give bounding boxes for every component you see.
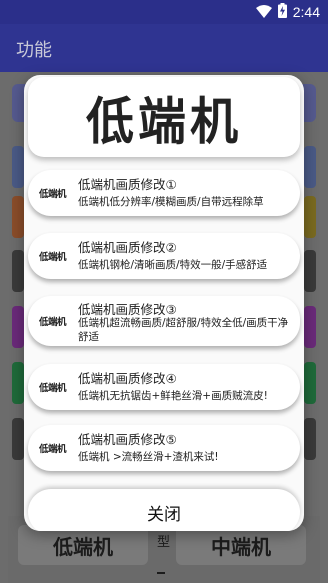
mid-end-button[interactable]: 中端机 <box>176 525 306 565</box>
item-logo-icon: 低端机 <box>39 252 67 263</box>
background-tile <box>12 146 24 188</box>
app-title: 功能 <box>16 40 52 60</box>
item-logo-icon: 低端机 <box>39 317 67 328</box>
status-bar: 2:44 <box>0 0 328 24</box>
item-desc: 低端机低分辨率/模糊画质/自带远程除草 <box>78 196 264 208</box>
quality-option-3[interactable]: 低端机 低端机画质修改③ 低端机超流畅画质/超舒服/特效全低/画质干净舒适 <box>28 296 300 346</box>
close-button[interactable]: 关闭 <box>28 489 300 531</box>
quality-option-1[interactable]: 低端机 低端机画质修改① 低端机低分辨率/模糊画质/自带远程除草 <box>28 170 300 216</box>
item-desc: 低端机 >流畅丝滑+渣机来试! <box>78 451 219 463</box>
battery-charging-icon <box>277 2 287 22</box>
item-title: 低端机画质修改⑤ <box>78 432 177 447</box>
quality-option-2[interactable]: 低端机 低端机画质修改② 低端机钢枪/清晰画质/特效一般/手感舒适 <box>28 233 300 279</box>
background-tile <box>12 196 24 238</box>
background-tile <box>12 362 24 404</box>
low-end-button[interactable]: 低端机 <box>18 525 148 565</box>
item-title: 低端机画质修改① <box>78 177 177 192</box>
quality-dialog: 低端机 低端机 低端机画质修改① 低端机低分辨率/模糊画质/自带远程除草 低端机… <box>24 75 304 531</box>
background-tile <box>304 146 316 188</box>
app-bar: 功能 <box>0 24 328 72</box>
background-tile <box>304 250 316 292</box>
item-logo-icon: 低端机 <box>39 383 67 394</box>
wifi-icon <box>255 3 272 22</box>
background-tile <box>304 418 316 460</box>
item-logo-icon: 低端机 <box>39 444 67 455</box>
quality-option-5[interactable]: 低端机 低端机画质修改⑤ 低端机 >流畅丝滑+渣机来试! <box>28 425 300 471</box>
status-time: 2:44 <box>292 4 320 20</box>
item-desc: 低端机钢枪/清晰画质/特效一般/手感舒适 <box>78 259 268 271</box>
background-tile <box>304 306 316 348</box>
divider-mark <box>157 572 165 574</box>
status-icons: 2:44 <box>255 2 320 22</box>
background-tile <box>12 418 24 460</box>
logo-text: 低端机 <box>85 92 242 152</box>
background-tile <box>304 362 316 404</box>
item-title: 低端机画质修改④ <box>78 371 177 386</box>
item-desc: 低端机无抗锯齿+鲜艳丝滑+画质贼流皮! <box>78 390 268 402</box>
background-tile <box>12 306 24 348</box>
background-tile <box>12 250 24 292</box>
item-desc: 低端机超流畅画质/超舒服/特效全低/画质干净舒适 <box>78 317 289 343</box>
item-logo-icon: 低端机 <box>39 189 67 200</box>
model-label: 型 <box>157 535 171 550</box>
item-title: 低端机画质修改② <box>78 240 177 255</box>
dialog-logo: 低端机 <box>28 77 300 157</box>
background-tile <box>304 196 316 238</box>
quality-option-4[interactable]: 低端机 低端机画质修改④ 低端机无抗锯齿+鲜艳丝滑+画质贼流皮! <box>28 364 300 410</box>
